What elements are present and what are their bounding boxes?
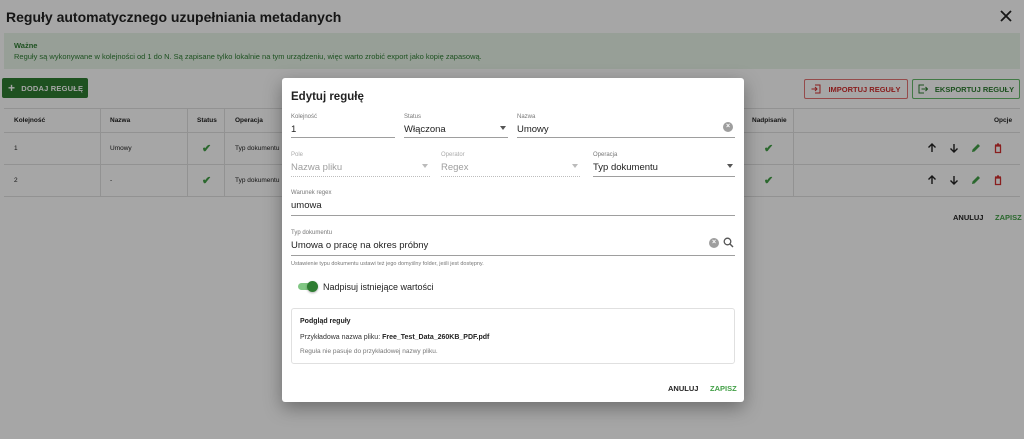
document-type-helper: Ustawienie typu dokumentu ustawi też jeg… xyxy=(291,261,484,267)
operator-value: Regex xyxy=(441,162,469,173)
field-label: Pole xyxy=(291,152,304,158)
name-label: Nazwa xyxy=(517,114,536,120)
overwrite-label: Nadpisuj istniejące wartości xyxy=(323,282,434,292)
chevron-down-icon xyxy=(500,126,506,130)
field-select: Pole Nazwa pliku xyxy=(291,152,430,177)
name-value: Umowy xyxy=(517,124,549,135)
order-field[interactable]: Kolejność 1 xyxy=(291,114,395,138)
name-field[interactable]: Nazwa Umowy × xyxy=(517,114,735,138)
search-icon[interactable] xyxy=(723,237,734,248)
document-type-value: Umowa o pracę na okres próbny xyxy=(291,240,429,251)
overwrite-toggle[interactable] xyxy=(298,281,318,292)
preview-example-prefix: Przykładowa nazwa pliku: xyxy=(300,334,383,341)
preview-example-file: Free_Test_Data_260KB_PDF.pdf xyxy=(382,334,490,341)
operation-value: Typ dokumentu xyxy=(593,162,658,173)
field-value: Nazwa pliku xyxy=(291,162,343,173)
chevron-down-icon xyxy=(422,164,428,168)
operator-select: Operator Regex xyxy=(441,152,580,177)
clear-icon[interactable]: × xyxy=(709,238,719,248)
order-value: 1 xyxy=(291,124,297,135)
chevron-down-icon xyxy=(572,164,578,168)
dialog-save-button[interactable]: ZAPISZ xyxy=(710,384,737,393)
status-select[interactable]: Status Włączona xyxy=(404,114,508,138)
clear-icon[interactable]: × xyxy=(723,122,733,132)
status-value: Włączona xyxy=(404,124,446,135)
regex-value: umowa xyxy=(291,200,322,211)
regex-field[interactable]: Warunek regex umowa xyxy=(291,190,735,216)
dialog-title: Edytuj regułę xyxy=(291,91,364,103)
operation-select[interactable]: Operacja Typ dokumentu xyxy=(593,152,735,177)
chevron-down-icon xyxy=(727,164,733,168)
preview-title: Podgląd reguły xyxy=(300,318,351,325)
document-type-label: Typ dokumentu xyxy=(291,230,333,236)
edit-rule-dialog: Edytuj regułę Kolejność 1 Status Włączon… xyxy=(282,78,744,402)
document-type-field[interactable]: Typ dokumentu Umowa o pracę na okres pró… xyxy=(291,230,735,256)
regex-label: Warunek regex xyxy=(291,190,332,196)
operator-label: Operator xyxy=(441,152,465,158)
dialog-cancel-button[interactable]: ANULUJ xyxy=(668,384,698,393)
operation-label: Operacja xyxy=(593,152,618,158)
status-label: Status xyxy=(404,114,422,120)
preview-note: Reguła nie pasuje do przykładowej nazwy … xyxy=(300,348,438,355)
rule-preview: Podgląd reguły Przykładowa nazwa pliku: … xyxy=(291,308,735,364)
order-label: Kolejność xyxy=(291,114,318,120)
toggle-thumb xyxy=(307,281,318,292)
preview-example: Przykładowa nazwa pliku: Free_Test_Data_… xyxy=(300,334,489,341)
